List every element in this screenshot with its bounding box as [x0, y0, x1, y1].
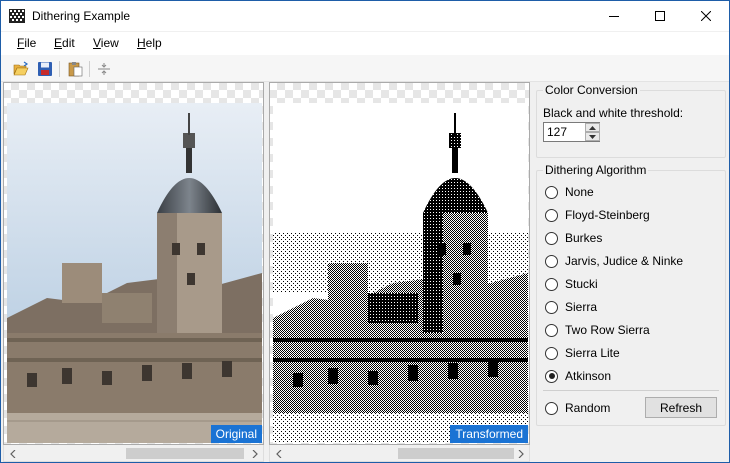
transformed-hscrollbar[interactable]: [269, 445, 530, 462]
radio-button[interactable]: [545, 231, 558, 245]
title-bar: Dithering Example: [1, 1, 729, 31]
radio-label: Burkes: [565, 231, 603, 245]
paste-icon: [68, 62, 83, 77]
radio-button[interactable]: [545, 208, 558, 222]
radio-button[interactable]: [545, 254, 558, 268]
toolbar-separator: [59, 61, 60, 77]
close-icon: [701, 11, 711, 21]
radio-button[interactable]: [545, 323, 558, 337]
app-window: Dithering Example File Edit View Help Or…: [0, 0, 730, 463]
spin-up-icon[interactable]: [585, 123, 600, 132]
app-icon: [9, 8, 25, 24]
threshold-label: Black and white threshold:: [543, 106, 684, 120]
dithering-algorithm-title: Dithering Algorithm: [543, 163, 649, 177]
radio-none[interactable]: None: [545, 183, 594, 201]
save-button[interactable]: [34, 58, 56, 80]
transformed-image: [273, 103, 528, 443]
original-viewer[interactable]: Original: [3, 82, 264, 462]
menu-file[interactable]: File: [17, 36, 36, 50]
original-hscrollbar[interactable]: [3, 445, 264, 462]
radio-button[interactable]: [545, 300, 558, 314]
save-icon: [38, 62, 52, 76]
radio-label: Two Row Sierra: [565, 323, 650, 337]
dithering-algorithm-group: Dithering Algorithm None Floyd-Steinberg…: [536, 163, 726, 426]
transformed-image-area: Transformed: [269, 82, 530, 445]
minimize-button[interactable]: [591, 1, 637, 31]
radio-jarvis-judice-ninke[interactable]: Jarvis, Judice & Ninke: [545, 252, 683, 270]
radio-label: Stucki: [565, 277, 598, 291]
scroll-thumb[interactable]: [126, 448, 244, 459]
scroll-left-icon[interactable]: [270, 445, 287, 462]
scroll-right-icon[interactable]: [512, 445, 529, 462]
original-image-area: Original: [3, 82, 264, 445]
split-icon: [98, 63, 110, 75]
radio-stucki[interactable]: Stucki: [545, 275, 598, 293]
color-conversion-group: Color Conversion Black and white thresho…: [536, 83, 726, 158]
original-image: [7, 103, 262, 443]
radio-label: Random: [565, 401, 611, 415]
maximize-icon: [655, 11, 665, 21]
radio-button[interactable]: [545, 277, 558, 291]
paste-button[interactable]: [64, 58, 86, 80]
radio-button[interactable]: [545, 346, 558, 360]
toolbar-separator: [89, 61, 90, 77]
maximize-button[interactable]: [637, 1, 683, 31]
radio-label: None: [565, 185, 594, 199]
scroll-right-icon[interactable]: [246, 445, 263, 462]
split-button[interactable]: [93, 58, 115, 80]
transformed-viewer[interactable]: Transformed: [269, 82, 530, 462]
radio-two-row-sierra[interactable]: Two Row Sierra: [545, 321, 650, 339]
menu-edit[interactable]: Edit: [54, 36, 75, 50]
open-button[interactable]: [10, 58, 32, 80]
transformed-label: Transformed: [450, 425, 528, 443]
radio-button[interactable]: [545, 401, 558, 415]
divider: [543, 390, 719, 391]
radio-label: Atkinson: [565, 369, 612, 383]
scroll-thumb[interactable]: [398, 448, 514, 459]
menu-bar: File Edit View Help: [1, 32, 729, 55]
menu-view[interactable]: View: [93, 36, 119, 50]
radio-sierra[interactable]: Sierra: [545, 298, 597, 316]
window-title: Dithering Example: [32, 9, 131, 23]
radio-burkes[interactable]: Burkes: [545, 229, 602, 247]
scroll-left-icon[interactable]: [4, 445, 21, 462]
radio-floyd-steinberg[interactable]: Floyd-Steinberg: [545, 206, 650, 224]
refresh-button[interactable]: Refresh: [645, 397, 717, 418]
threshold-spinner[interactable]: [585, 123, 600, 141]
spin-down-icon[interactable]: [585, 132, 600, 141]
toolbar: [1, 55, 729, 82]
settings-panel: Color Conversion Black and white thresho…: [533, 82, 729, 462]
close-button[interactable]: [683, 1, 729, 31]
radio-label: Sierra Lite: [565, 346, 620, 360]
radio-label: Jarvis, Judice & Ninke: [565, 254, 684, 268]
radio-atkinson[interactable]: Atkinson: [545, 367, 611, 385]
menu-help[interactable]: Help: [137, 36, 162, 50]
radio-button-selected[interactable]: [545, 369, 558, 383]
original-label: Original: [210, 425, 262, 443]
radio-label: Sierra: [565, 300, 598, 314]
radio-sierra-lite[interactable]: Sierra Lite: [545, 344, 620, 362]
color-conversion-title: Color Conversion: [543, 83, 640, 97]
radio-random[interactable]: Random: [545, 399, 610, 417]
open-icon: [13, 61, 29, 76]
radio-button[interactable]: [545, 185, 558, 199]
minimize-icon: [609, 16, 619, 17]
radio-label: Floyd-Steinberg: [565, 208, 650, 222]
